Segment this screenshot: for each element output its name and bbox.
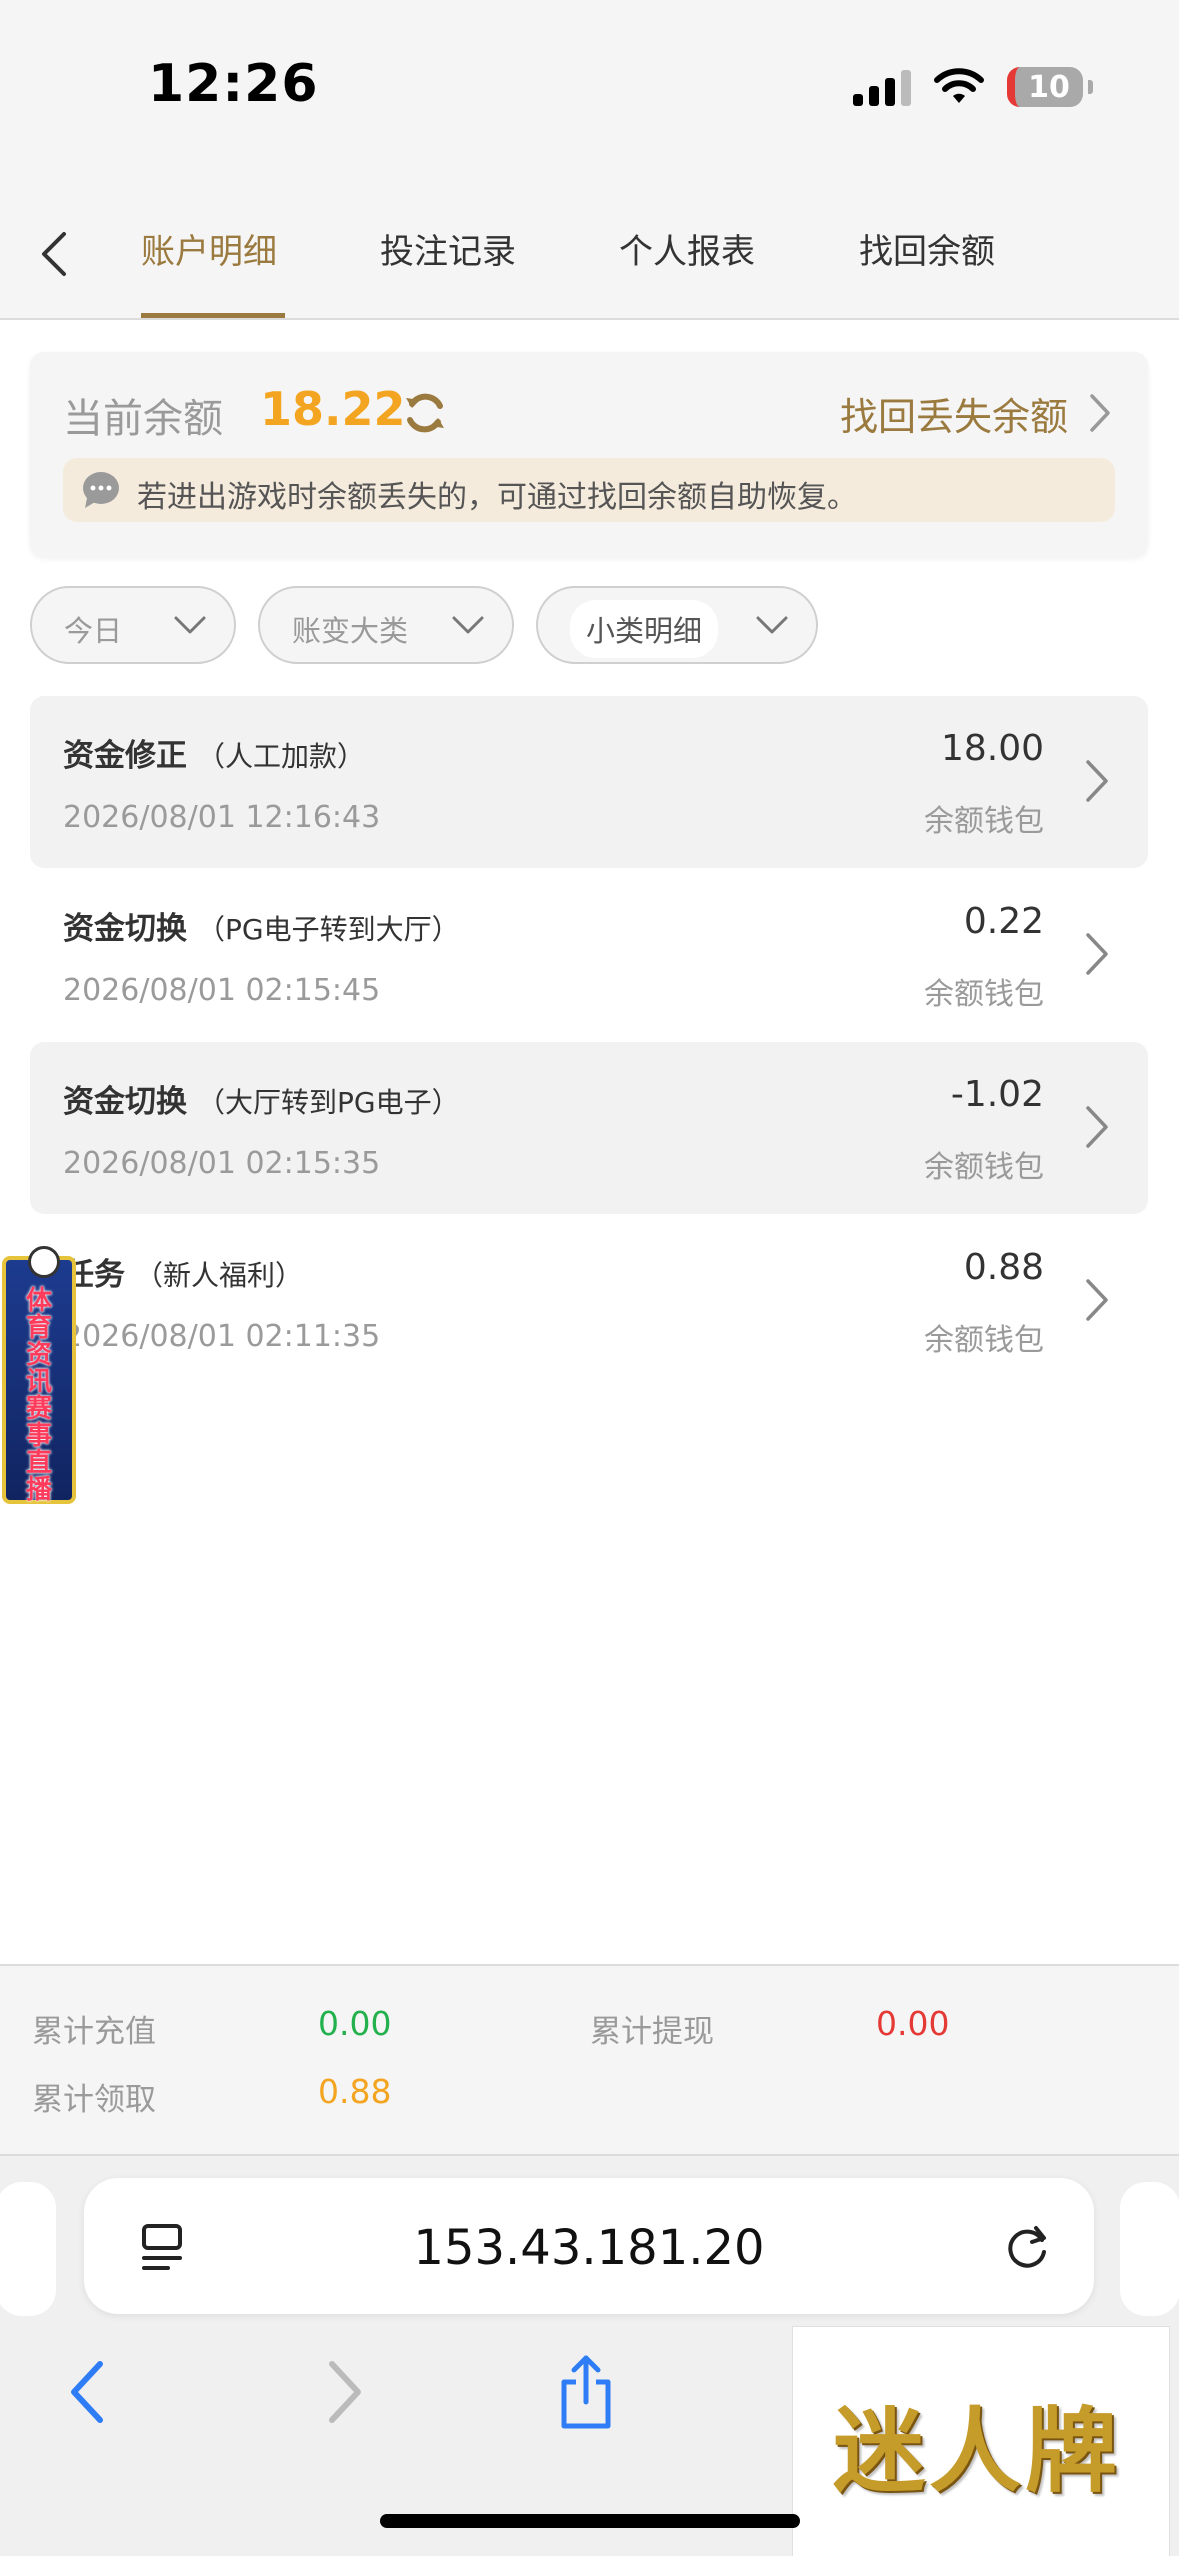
brand-logo: 迷人牌 (792, 2326, 1170, 2556)
transaction-time: 2026/08/01 12:16:43 (63, 800, 381, 835)
chat-bubble-icon (83, 472, 119, 508)
chevron-right-icon (1086, 1279, 1108, 1321)
transaction-subtitle: （新人福利） (135, 1259, 304, 1292)
balance-card: 当前余额 18.22 找回丢失余额 若进出游戏时余额丢失的，可通过找回余额自助恢… (30, 352, 1148, 557)
transaction-title: 任务 （新人福利） (63, 1257, 304, 1293)
transaction-amount: 18.00 (940, 728, 1044, 769)
transaction-title: 资金修正 （人工加款） (63, 738, 366, 774)
url-text: 153.43.181.20 (413, 2220, 765, 2276)
transaction-amount: 0.88 (963, 1247, 1044, 1288)
cellular-signal-icon (853, 68, 911, 106)
transaction-wallet: 余额钱包 (924, 1150, 1044, 1185)
transaction-subtitle: （人工加款） (197, 740, 366, 773)
transaction-subtitle: （PG电子转到大厅） (197, 913, 460, 946)
address-bar[interactable]: 153.43.181.20 (84, 2178, 1094, 2314)
transaction-wallet: 余额钱包 (924, 977, 1044, 1012)
tab-personal-report[interactable]: 个人报表 (619, 224, 755, 273)
total-deposit-value: 0.00 (318, 2004, 392, 2043)
previous-tab-preview[interactable] (0, 2182, 56, 2316)
balance-value: 18.22 (260, 382, 406, 436)
home-indicator[interactable] (380, 2514, 800, 2528)
transaction-row[interactable]: 资金切换 （大厅转到PG电子） 2026/08/01 02:15:35 -1.02… (30, 1042, 1148, 1214)
back-arrow-icon[interactable] (60, 2352, 120, 2432)
chevron-down-icon (756, 616, 788, 634)
total-withdraw-value: 0.00 (876, 2004, 950, 2043)
balance-label: 当前余额 (63, 396, 223, 442)
page: 12:26 10 账户明细 投注记录 个人报表 找回余额 当前余额 18.22 (0, 0, 1179, 2556)
category-filter-label: 账变大类 (292, 614, 409, 648)
brand-logo-text: 迷人牌 (833, 2397, 1122, 2505)
transaction-subtitle: （大厅转到PG电子） (197, 1086, 460, 1119)
recover-lost-balance-link[interactable]: 找回丢失余额 (840, 386, 1068, 441)
date-filter-dropdown[interactable]: 今日 (30, 586, 236, 664)
chevron-right-icon (1086, 933, 1108, 975)
total-deposit-label: 累计充值 (32, 2014, 156, 2050)
next-tab-preview[interactable] (1120, 2182, 1179, 2316)
refresh-icon[interactable] (400, 388, 450, 438)
soccer-ball-icon (28, 1246, 60, 1278)
share-icon[interactable] (556, 2352, 616, 2432)
transaction-time: 2026/08/01 02:15:45 (63, 973, 381, 1008)
date-filter-label: 今日 (64, 614, 123, 648)
forward-arrow-icon[interactable] (312, 2352, 372, 2432)
float-banner-text: 体育资讯赛事直播 (25, 1286, 52, 1505)
battery-icon: 10 (1007, 67, 1093, 107)
balance-notice: 若进出游戏时余额丢失的，可通过找回余额自助恢复。 (63, 458, 1115, 522)
transaction-wallet: 余额钱包 (924, 804, 1044, 839)
subcategory-filter-label: 小类明细 (570, 600, 719, 658)
transaction-row[interactable]: 资金切换 （PG电子转到大厅） 2026/08/01 02:15:45 0.22 … (30, 869, 1148, 1041)
tab-bet-records[interactable]: 投注记录 (380, 224, 516, 273)
summary-panel: 累计充值 0.00 累计提现 0.00 累计领取 0.88 (0, 1964, 1179, 2156)
tab-bar: 账户明细 投注记录 个人报表 找回余额 (0, 180, 1179, 320)
browser-toolbar: 153.43.181.20 迷人牌 (0, 2156, 1179, 2556)
chevron-right-icon[interactable] (1084, 390, 1114, 436)
chevron-right-icon (1086, 760, 1108, 802)
total-claim-label: 累计领取 (32, 2082, 156, 2118)
total-withdraw-label: 累计提现 (590, 2014, 714, 2050)
transaction-time: 2026/08/01 02:15:35 (63, 1146, 381, 1181)
transaction-wallet: 余额钱包 (924, 1323, 1044, 1358)
tab-recover-balance[interactable]: 找回余额 (859, 224, 995, 273)
transaction-row[interactable]: 任务 （新人福利） 2026/08/01 02:11:35 0.88 余额钱包 (30, 1215, 1148, 1387)
status-bar: 12:26 10 (0, 0, 1179, 180)
transaction-time: 2026/08/01 02:11:35 (63, 1319, 381, 1354)
back-chevron-icon[interactable] (34, 226, 74, 282)
transaction-amount: 0.22 (963, 901, 1044, 942)
sports-live-float-banner[interactable]: 体育资讯赛事直播 (2, 1246, 76, 1505)
transaction-row[interactable]: 资金修正 （人工加款） 2026/08/01 12:16:43 18.00 余额钱… (30, 696, 1148, 868)
notice-text: 若进出游戏时余额丢失的，可通过找回余额自助恢复。 (137, 480, 857, 515)
status-time: 12:26 (148, 54, 319, 114)
subcategory-filter-dropdown[interactable]: 小类明细 (536, 586, 818, 664)
reload-icon[interactable] (1002, 2220, 1054, 2274)
category-filter-dropdown[interactable]: 账变大类 (258, 586, 514, 664)
total-claim-value: 0.88 (318, 2072, 392, 2111)
chevron-right-icon (1086, 1106, 1108, 1148)
transaction-title: 资金切换 （大厅转到PG电子） (63, 1084, 460, 1120)
transaction-amount: -1.02 (950, 1074, 1044, 1115)
transaction-title: 资金切换 （PG电子转到大厅） (63, 911, 460, 947)
chevron-down-icon (452, 616, 484, 634)
status-icons: 10 (853, 64, 1093, 110)
active-tab-indicator (141, 313, 285, 318)
chevron-down-icon (174, 616, 206, 634)
tab-account-details[interactable]: 账户明细 (141, 224, 277, 273)
wifi-icon (934, 68, 984, 103)
